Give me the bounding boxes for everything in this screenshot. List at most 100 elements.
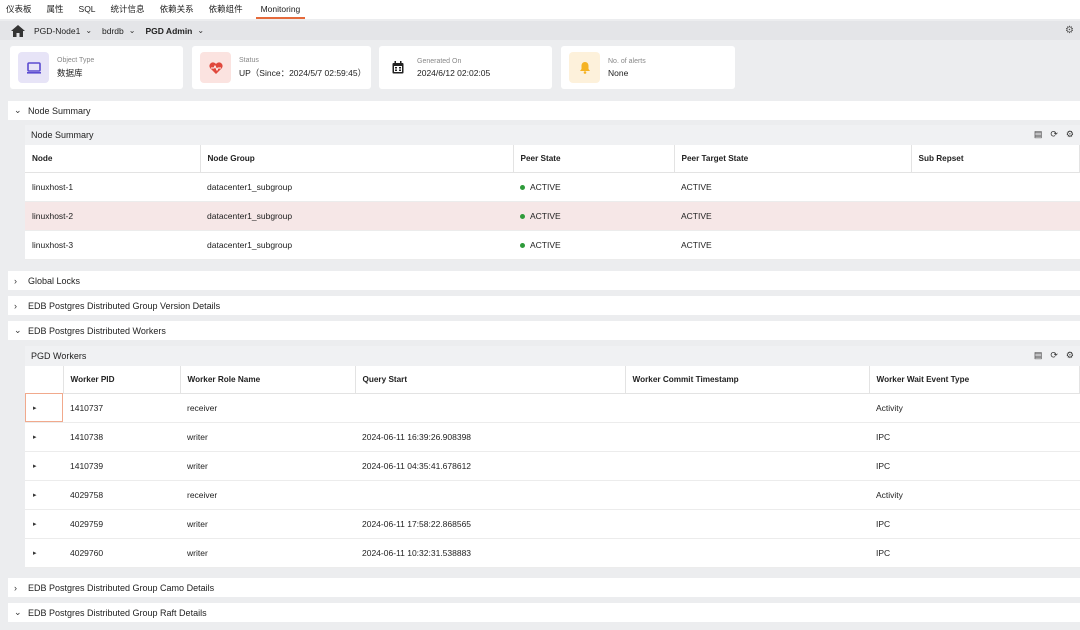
expand-row-icon[interactable]: ▸ [25,538,63,568]
table-row[interactable]: ▸ 1410738 writer 2024-06-11 16:39:26.908… [25,422,1080,452]
role-cell: writer [180,422,355,452]
table-row[interactable]: ▸ 4029760 writer 2024-06-11 10:32:31.538… [25,538,1080,568]
table-row[interactable]: linuxhost-1 datacenter1_subgroup ACTIVE … [25,172,1080,202]
workers-panel: PGD Workers ▤ ⟳ ⚙ Worker PID Worker Role… [25,346,1080,568]
expand-row-icon[interactable]: ▸ [25,393,63,423]
target-state-cell: ACTIVE [674,172,911,202]
pid-cell: 1410738 [63,422,180,452]
section-title: Global Locks [28,275,81,286]
query-start-cell: 2024-06-11 17:58:22.868565 [355,509,625,539]
refresh-icon[interactable]: ⟳ [1050,129,1058,140]
column-header[interactable]: Node [25,145,201,173]
table-row[interactable]: ▸ 1410739 writer 2024-06-11 04:35:41.678… [25,451,1080,481]
tab-properties[interactable]: 属性 [45,0,66,19]
role-cell: writer [180,538,355,568]
section-version-details[interactable]: › EDB Postgres Distributed Group Version… [8,296,1080,315]
commit-ts-cell [625,422,869,452]
section-raft-details[interactable]: ⌄ EDB Postgres Distributed Group Raft De… [8,603,1080,622]
calendar-icon [387,52,409,83]
gear-icon[interactable]: ⚙ [1066,129,1074,140]
table-row[interactable]: ▸ 4029759 writer 2024-06-11 17:58:22.868… [25,509,1080,539]
query-start-cell: 2024-06-11 16:39:26.908398 [355,422,625,452]
section-title: EDB Postgres Distributed Workers [28,325,166,336]
repset-cell [911,172,1080,202]
node-cell: linuxhost-1 [25,172,200,202]
table-row[interactable]: linuxhost-3 datacenter1_subgroup ACTIVE … [25,230,1080,260]
tab-bar: 仪表板 属性 SQL 统计信息 依赖关系 依赖组件 Monitoring [0,0,1080,19]
card-label: No. of alerts [608,57,646,65]
chevron-down-icon[interactable]: ⌄ [129,26,136,35]
status-card: Status UP（Since：2024/5/7 02:59:45） [192,46,371,89]
gear-icon[interactable]: ⚙ [1065,25,1074,36]
section-global-locks[interactable]: › Global Locks [8,271,1080,290]
card-label: Object Type [57,56,95,64]
chevron-down-icon: ⌄ [14,105,22,115]
commit-ts-cell [625,451,869,481]
query-start-cell [355,480,625,510]
card-label: Status [239,56,259,64]
breadcrumb: PGD-Node1 ⌄ bdrdb ⌄ PGD Admin ⌄ ⚙ [0,21,1080,40]
pid-cell: 4029759 [63,509,180,539]
save-icon[interactable]: ▤ [1034,350,1043,361]
wait-type-cell: IPC [869,538,1080,568]
expand-row-icon[interactable]: ▸ [25,451,63,481]
table-row[interactable]: linuxhost-2 datacenter1_subgroup ACTIVE … [25,201,1080,231]
status-dot-icon [520,242,525,248]
tab-sql[interactable]: SQL [77,0,98,19]
expand-row-icon[interactable]: ▸ [25,422,63,452]
chevron-down-icon[interactable]: ⌄ [197,26,204,35]
object-type-card: Object Type 数据库 [10,46,183,89]
tab-monitoring[interactable]: Monitoring [255,0,306,19]
refresh-icon[interactable]: ⟳ [1050,350,1058,361]
section-title: EDB Postgres Distributed Group Raft Deta… [28,607,207,618]
group-cell: datacenter1_subgroup [200,201,513,231]
chevron-down-icon[interactable]: ⌄ [85,26,92,35]
card-value: 2024/6/12 02:02:05 [417,67,491,78]
query-start-cell [355,393,625,423]
section-node-summary[interactable]: ⌄ Node Summary [8,101,1080,120]
pid-cell: 4029758 [63,480,180,510]
breadcrumb-user[interactable]: PGD Admin [145,26,192,36]
section-camo-details[interactable]: › EDB Postgres Distributed Group Camo De… [8,578,1080,597]
save-icon[interactable]: ▤ [1034,129,1043,140]
column-header[interactable]: Worker Role Name [180,366,356,394]
tab-dependents[interactable]: 依赖组件 [207,0,245,19]
tab-dashboard[interactable]: 仪表板 [4,0,34,19]
table-row[interactable]: ▸ 1410737 receiver Activity [25,393,1080,423]
peer-state-cell: ACTIVE [513,230,674,260]
chevron-down-icon: ⌄ [14,607,22,617]
expand-row-icon[interactable]: ▸ [25,509,63,539]
repset-cell [911,201,1080,231]
group-cell: datacenter1_subgroup [200,230,513,260]
column-header[interactable]: Peer State [513,145,675,173]
chevron-right-icon: › [14,582,17,593]
section-workers[interactable]: ⌄ EDB Postgres Distributed Workers [8,321,1080,340]
card-value: 数据库 [57,67,83,78]
home-icon[interactable] [10,24,26,38]
wait-type-cell: IPC [869,422,1080,452]
gear-icon[interactable]: ⚙ [1066,350,1074,361]
peer-state-cell: ACTIVE [513,201,674,231]
commit-ts-cell [625,480,869,510]
tab-dependencies[interactable]: 依赖关系 [158,0,196,19]
node-cell: linuxhost-3 [25,230,200,260]
column-header[interactable]: Worker Commit Timestamp [625,366,870,394]
column-header[interactable]: Worker PID [63,366,181,394]
column-header[interactable]: Query Start [355,366,626,394]
tab-statistics[interactable]: 统计信息 [109,0,147,19]
pid-cell: 4029760 [63,538,180,568]
card-value: UP（Since：2024/5/7 02:59:45） [239,67,367,78]
column-header[interactable]: Peer Target State [674,145,912,173]
expand-row-icon[interactable]: ▸ [25,480,63,510]
section-title: EDB Postgres Distributed Group Camo Deta… [28,582,215,593]
table-row[interactable]: ▸ 4029758 receiver Activity [25,480,1080,510]
column-header[interactable]: Node Group [200,145,514,173]
column-header[interactable]: Sub Repset [911,145,1080,173]
breadcrumb-db[interactable]: bdrdb [102,26,124,36]
generated-card: Generated On 2024/6/12 02:02:05 [379,46,552,89]
column-header[interactable]: Worker Wait Event Type [869,366,1080,394]
breadcrumb-node[interactable]: PGD-Node1 [34,26,80,36]
panel-title: PGD Workers [31,351,87,361]
expand-column-header [25,366,64,394]
role-cell: receiver [180,393,355,423]
